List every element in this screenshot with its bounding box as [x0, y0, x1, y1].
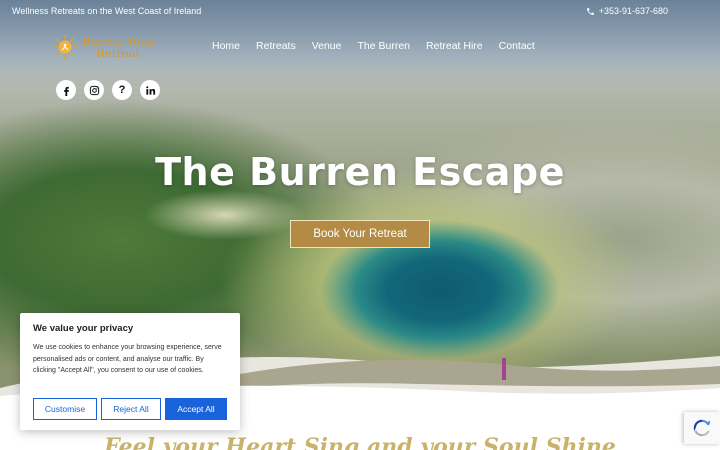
hero-title: The Burren Escape: [155, 150, 565, 194]
recaptcha-badge[interactable]: [684, 412, 720, 444]
logo-line-2: Retreat: [96, 46, 141, 60]
customise-button[interactable]: Customise: [33, 398, 97, 420]
cookie-buttons: Customise Reject All Accept All: [33, 398, 227, 420]
cookie-description: We use cookies to enhance your browsing …: [33, 344, 222, 375]
accept-all-button[interactable]: Accept All: [165, 398, 227, 420]
linkedin-icon[interactable]: [140, 80, 160, 100]
nav-the-burren[interactable]: The Burren: [358, 40, 411, 52]
facebook-icon[interactable]: [56, 80, 76, 100]
recaptcha-icon: [693, 419, 711, 437]
top-bar: Wellness Retreats on the West Coast of I…: [0, 0, 720, 22]
social-links: ?: [56, 80, 160, 100]
site-logo[interactable]: Burren Yoga Retreat: [52, 32, 167, 62]
logo-text: Burren Yoga Retreat: [82, 35, 154, 59]
book-retreat-button[interactable]: Book Your Retreat: [290, 220, 430, 248]
phone-link[interactable]: +353-91-637-680: [586, 6, 668, 16]
nav-contact[interactable]: Contact: [499, 40, 535, 52]
help-icon[interactable]: ?: [112, 80, 132, 100]
phone-icon: [586, 7, 594, 15]
sun-logo-icon: [52, 34, 78, 60]
nav-retreats[interactable]: Retreats: [256, 40, 296, 52]
cookie-title: We value your privacy: [33, 323, 134, 334]
site-tagline: Wellness Retreats on the West Coast of I…: [12, 6, 202, 16]
nav-venue[interactable]: Venue: [312, 40, 342, 52]
section-heading: Feel your Heart Sing and your Soul Shine: [104, 434, 616, 450]
nav-home[interactable]: Home: [212, 40, 240, 52]
cookie-consent-banner: We value your privacy We use cookies to …: [20, 313, 240, 430]
reject-all-button[interactable]: Reject All: [101, 398, 161, 420]
phone-number: +353-91-637-680: [598, 6, 668, 16]
instagram-icon[interactable]: [84, 80, 104, 100]
nav-retreat-hire[interactable]: Retreat Hire: [426, 40, 483, 52]
main-nav: Home Retreats Venue The Burren Retreat H…: [212, 40, 551, 52]
